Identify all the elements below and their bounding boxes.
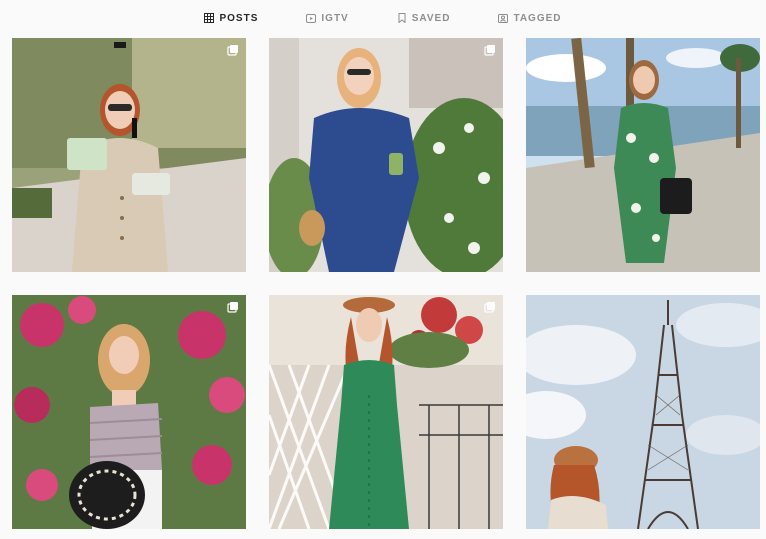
post-tile[interactable] — [526, 38, 760, 272]
post-photo-eiffel-tower — [526, 295, 760, 529]
tag-icon — [498, 14, 509, 23]
tab-igtv-label: IGTV — [321, 12, 349, 24]
post-photo-trench-coat — [12, 38, 246, 272]
tab-tagged-label: TAGGED — [513, 12, 562, 24]
multiple-photos-icon — [484, 302, 495, 313]
tab-saved[interactable]: SAVED — [397, 0, 451, 36]
multiple-photos-icon — [227, 45, 238, 56]
post-tile[interactable] — [269, 38, 503, 272]
post-photo-green-dress — [269, 295, 503, 529]
post-tile[interactable] — [269, 295, 503, 529]
post-tile[interactable] — [12, 295, 246, 529]
grid-icon — [204, 13, 215, 23]
post-tile[interactable] — [12, 38, 246, 272]
post-photo-floral-jumpsuit — [526, 38, 760, 272]
tab-igtv[interactable]: IGTV — [306, 0, 348, 36]
tab-tagged[interactable]: TAGGED — [498, 0, 561, 36]
bookmark-icon — [398, 13, 406, 23]
tab-saved-label: SAVED — [411, 12, 451, 24]
igtv-icon — [306, 14, 317, 23]
posts-grid — [12, 38, 760, 539]
tab-posts-label: POSTS — [219, 12, 259, 24]
profile-tabs: POSTS IGTV SAVED TAGGED — [0, 0, 766, 36]
multiple-photos-icon — [227, 302, 238, 313]
tab-posts[interactable]: POSTS — [204, 0, 258, 36]
multiple-photos-icon — [484, 45, 495, 56]
post-tile[interactable] — [526, 295, 760, 529]
post-photo-lavender-top — [12, 295, 246, 529]
post-photo-blue-dress — [269, 38, 503, 272]
